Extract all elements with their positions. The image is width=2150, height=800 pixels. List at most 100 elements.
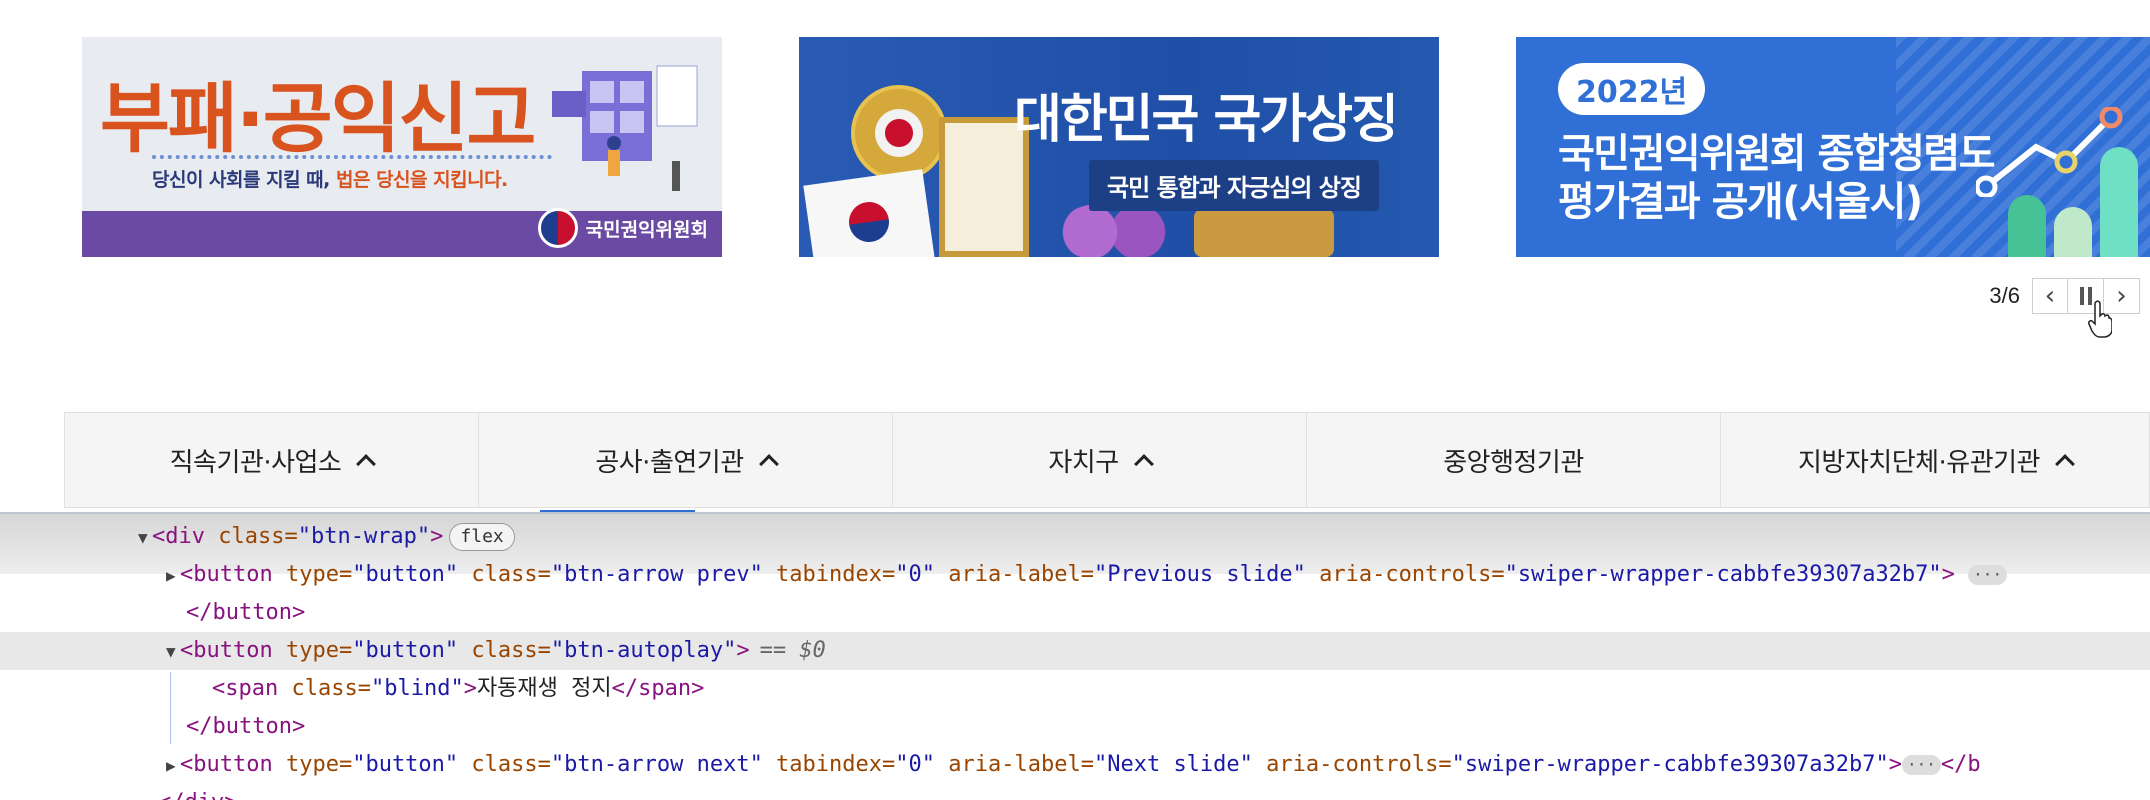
attr-name: aria-controls= [1252, 752, 1452, 777]
collapsed-triangle-icon: ▶ [166, 566, 176, 585]
attr-name: tabindex= [762, 562, 896, 587]
tag-open: <button [180, 562, 286, 587]
banner-carousel: 부패·공익신고 당신이 사회를 지킬 때, 법은 당신을 지킵니다. 국민권익위… [0, 0, 2150, 400]
collapsed-triangle-icon: ▶ [166, 756, 176, 775]
banner-national-symbols[interactable]: 대한민국 국가상징 국민 통합과 자긍심의 상징 [799, 37, 1439, 257]
dom-node-div-close[interactable]: </div> [0, 784, 2150, 800]
attr-name: class= [218, 524, 298, 549]
attr-value: "button" [352, 562, 459, 587]
dom-node-button-close[interactable]: </button> [0, 594, 2150, 632]
attr-value: "btn-arrow prev" [550, 562, 763, 587]
tag-close: </button> [186, 714, 306, 739]
attr-value: "Next slide" [1093, 752, 1253, 777]
attr-value: "btn-autoplay" [550, 638, 737, 663]
tag-bracket: > [463, 676, 477, 701]
tag-open: <span [212, 676, 292, 701]
chevron-up-icon [1133, 454, 1154, 474]
dom-node-span-blind[interactable]: <span class="blind">자동재생 정지</span> [0, 670, 2150, 708]
org-logo: 국민권익위원회 [537, 208, 708, 248]
selected-node-marker: == $0 [759, 638, 826, 663]
agency-tab-bar: 직속기관·사업소 공사·출연기관 자치구 중앙행정기관 지방자치단체·유관기관 [64, 412, 2150, 508]
tab-label: 직속기관·사업소 [169, 447, 342, 478]
attr-name: class= [458, 562, 551, 587]
tab-label: 자치구 [1048, 447, 1119, 478]
attr-value: "button" [352, 638, 459, 663]
chevron-right-icon: › [2116, 281, 2127, 311]
ellipsis-icon[interactable]: ··· [1968, 565, 2008, 585]
banner-divider [152, 155, 552, 159]
national-seal-icon [851, 85, 947, 181]
tag-open: <button [180, 752, 286, 777]
chevron-up-icon [2055, 454, 2075, 474]
attr-name: tabindex= [762, 752, 896, 777]
tab-label: 중앙행정기관 [1443, 447, 1584, 478]
tab-public-corporations[interactable]: 공사·출연기관 [479, 413, 893, 507]
tag-close: </b [1940, 752, 1981, 777]
attr-value: "Previous slide" [1093, 562, 1306, 587]
attr-name: class= [291, 676, 371, 701]
tag-bracket: > [736, 638, 750, 663]
government-emblem-icon [537, 208, 578, 248]
attr-name: aria-label= [935, 562, 1094, 587]
attr-value: "0" [895, 562, 936, 587]
banner-integrity-evaluation[interactable]: 2022년 국민권익위원회 종합청렴도 평가결과 공개(서울시) [1516, 37, 2150, 257]
attr-name: type= [285, 562, 353, 587]
dom-node-div-btn-wrap[interactable]: ▼ <div class="btn-wrap"> flex [0, 518, 2150, 556]
banner-title-line2: 평가결과 공개(서울시) [1558, 179, 1923, 225]
attr-name: aria-label= [935, 752, 1094, 777]
bar-graphic-bar [2054, 207, 2092, 257]
banner-subtitle: 국민 통합과 자긍심의 상징 [1089, 160, 1379, 211]
bar-graphic-bar [2100, 147, 2138, 257]
tag-close: </span> [611, 676, 705, 701]
attr-name: type= [285, 752, 353, 777]
dom-node-button-autoplay[interactable]: ▼ <button type="button" class="btn-autopl… [0, 632, 2150, 670]
banner-subtitle-part1: 당신이 사회를 지킬 때, [152, 169, 336, 191]
tag-bracket: > [1941, 562, 1955, 587]
tab-label: 공사·출연기관 [595, 447, 744, 478]
dom-node-button-next[interactable]: ▶ <button type="button" class="btn-arrow … [0, 746, 2150, 784]
tab-central-agencies[interactable]: 중앙행정기관 [1307, 413, 1721, 507]
attr-value: "blind" [370, 676, 464, 701]
tag-bracket: > [430, 524, 444, 549]
tag-open: <button [180, 638, 286, 663]
tab-affiliated-agencies[interactable]: 직속기관·사업소 [65, 413, 479, 507]
bar-graphic-bar [2008, 195, 2046, 257]
dom-node-button-prev[interactable]: ▶ <button type="button" class="btn-arrow … [0, 556, 2150, 594]
tab-local-governments[interactable]: 지방자치단체·유관기관 [1721, 413, 2149, 507]
devtools-elements-panel: ▼ <div class="btn-wrap"> flex ▶ <button typ… [0, 512, 2150, 800]
tag-bracket: > [1888, 752, 1902, 777]
flex-badge[interactable]: flex [449, 523, 515, 551]
dom-node-button-close[interactable]: </button> [0, 708, 2150, 746]
hand-cursor-icon [2088, 300, 2112, 338]
bar-graphic-icon [2008, 127, 2148, 257]
chevron-up-icon [356, 454, 377, 474]
attr-name: type= [285, 638, 353, 663]
org-name: 국민권익위원회 [585, 218, 708, 241]
attr-value: "swiper-wrapper-cabbfe39307a32b7" [1451, 752, 1889, 777]
carousel-controls: 3/6 ‹ › [1989, 278, 2140, 314]
attr-value: "0" [895, 752, 936, 777]
chevron-up-icon [758, 454, 779, 474]
attr-value: "button" [352, 752, 459, 777]
attr-name: class= [458, 638, 551, 663]
taegukgi-flag-icon [803, 169, 935, 257]
banner-subtitle-highlight: 법은 당신을 지킵니다. [336, 169, 508, 191]
chevron-left-icon: ‹ [2044, 281, 2056, 311]
banner-whistleblower-report[interactable]: 부패·공익신고 당신이 사회를 지킬 때, 법은 당신을 지킵니다. 국민권익위… [82, 37, 722, 257]
text-node: 자동재생 정지 [476, 676, 612, 701]
tag-close: </div> [158, 790, 237, 800]
attr-value: "btn-wrap" [297, 524, 431, 549]
attr-name: class= [458, 752, 551, 777]
gold-seal-icon [1194, 209, 1334, 257]
tag-close: </button> [186, 600, 306, 625]
banner-year-badge: 2022년 [1558, 63, 1706, 115]
tag-open: <div [152, 524, 219, 549]
previous-slide-button[interactable]: ‹ [2032, 278, 2068, 314]
ellipsis-icon[interactable]: ··· [1901, 755, 1941, 775]
banner-title: 대한민국 국가상징 [1014, 90, 1399, 150]
tab-label: 지방자치단체·유관기관 [1798, 447, 2040, 478]
banner-headline: 부패·공익신고 [100, 74, 536, 163]
expanded-triangle-icon: ▼ [166, 642, 176, 661]
tab-districts[interactable]: 자치구 [893, 413, 1307, 507]
slide-counter: 3/6 [1989, 283, 2020, 308]
